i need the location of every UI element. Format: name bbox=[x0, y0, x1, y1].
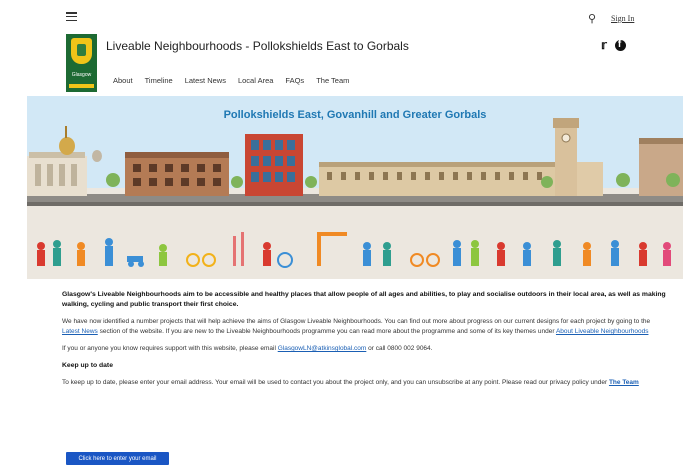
hero-banner: Pollokshields East, Govanhill and Greate… bbox=[27, 96, 683, 279]
support-paragraph: If you or anyone you know requires suppo… bbox=[62, 344, 667, 354]
about-ln-link[interactable]: About Liveable Neighbourhoods bbox=[556, 328, 649, 335]
enter-email-button[interactable]: Click here to enter your email bbox=[66, 452, 169, 465]
support-text-1: If you or anyone you know requires suppo… bbox=[62, 345, 276, 352]
projects-text-2: section of the website. If you are new t… bbox=[99, 328, 555, 335]
nav-latest-news[interactable]: Latest News bbox=[185, 76, 226, 85]
intro-text: Glasgow's Liveable Neighbourhoods aim to… bbox=[62, 291, 666, 308]
social-links: 𝕣 bbox=[601, 38, 626, 52]
privacy-paragraph: To keep up to date, please enter your em… bbox=[62, 378, 667, 388]
facebook-icon[interactable] bbox=[614, 39, 626, 51]
twitter-icon[interactable]: 𝕣 bbox=[601, 38, 607, 52]
latest-news-link[interactable]: Latest News bbox=[62, 328, 98, 335]
banner-illustration bbox=[27, 118, 683, 279]
projects-paragraph: We have now identified a number projects… bbox=[62, 317, 667, 337]
support-text-2: or call 0800 002 9064. bbox=[368, 345, 433, 352]
nav-the-team[interactable]: The Team bbox=[316, 76, 349, 85]
search-icon[interactable]: ⚲ bbox=[588, 12, 596, 25]
main-content: Glasgow's Liveable Neighbourhoods aim to… bbox=[62, 290, 667, 395]
sign-in-link[interactable]: Sign In bbox=[611, 14, 634, 23]
nav-local-area[interactable]: Local Area bbox=[238, 76, 273, 85]
menu-icon[interactable] bbox=[66, 12, 77, 21]
projects-text-1: We have now identified a number projects… bbox=[62, 318, 651, 325]
main-nav: About Timeline Latest News Local Area FA… bbox=[113, 76, 349, 85]
nav-faqs[interactable]: FAQs bbox=[285, 76, 304, 85]
nav-timeline[interactable]: Timeline bbox=[145, 76, 173, 85]
the-team-link[interactable]: The Team bbox=[609, 379, 639, 386]
support-email-link[interactable]: GlasgowLN@atkinsglobal.com bbox=[278, 345, 367, 352]
nav-about[interactable]: About bbox=[113, 76, 133, 85]
glasgow-logo[interactable]: Glasgow bbox=[66, 34, 97, 92]
privacy-text: To keep up to date, please enter your em… bbox=[62, 379, 608, 386]
keep-up-heading: Keep up to date bbox=[62, 362, 113, 369]
logo-text: Glasgow bbox=[71, 72, 92, 78]
site-title: Liveable Neighbourhoods - Pollokshields … bbox=[106, 39, 409, 53]
